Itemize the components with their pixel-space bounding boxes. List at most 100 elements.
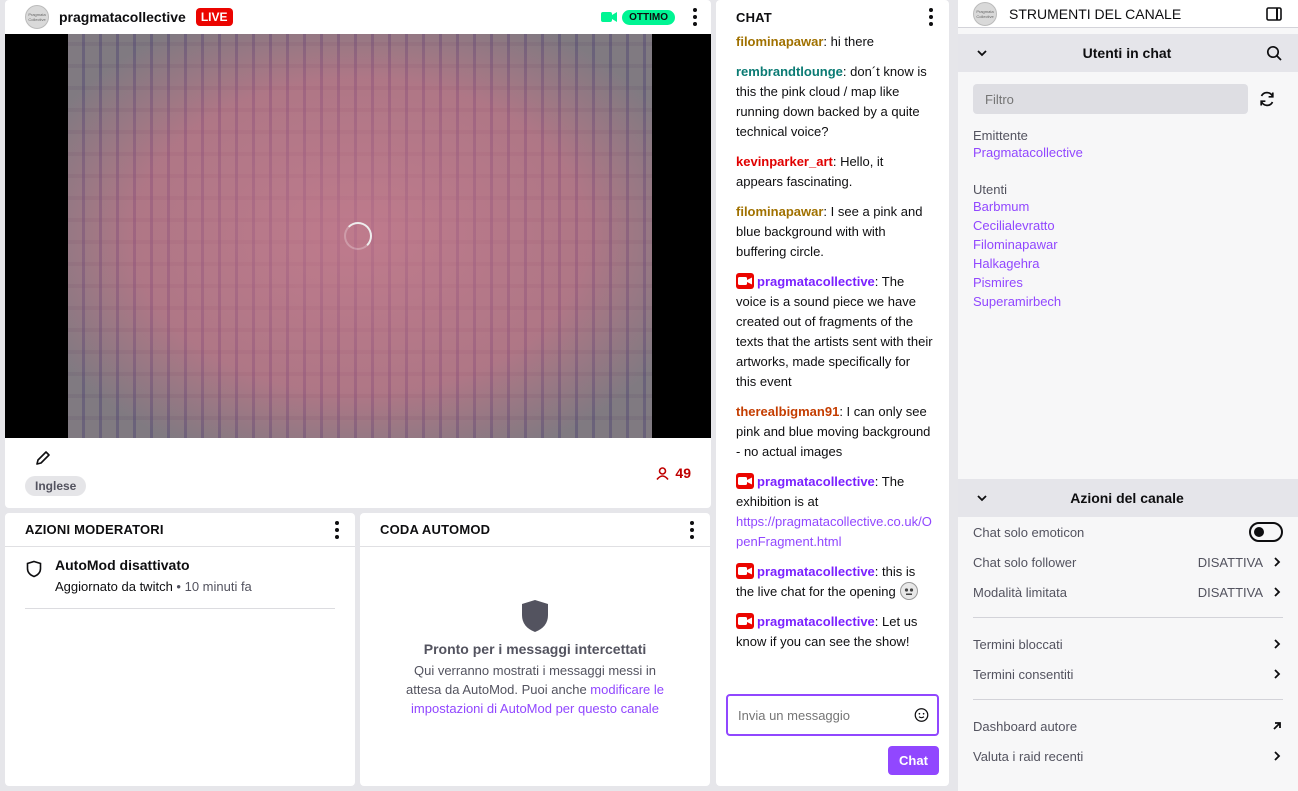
channel-avatar[interactable]: Pragmata Collective: [25, 5, 49, 29]
edit-pencil-icon[interactable]: [35, 450, 51, 466]
chat-more-icon[interactable]: [925, 8, 937, 26]
chat-username[interactable]: filominapawar: [736, 34, 823, 49]
live-badge: LIVE: [195, 8, 233, 26]
automod-header: CODA AUTOMOD: [360, 513, 710, 547]
automod-title: CODA AUTOMOD: [380, 522, 491, 537]
chevron-right-icon[interactable]: [1271, 638, 1283, 650]
chevron-right-icon[interactable]: [1271, 668, 1283, 680]
collapse-panel-icon[interactable]: [1266, 6, 1282, 21]
allowed-terms-row[interactable]: Termini consentiti: [958, 659, 1298, 689]
emote-only-toggle[interactable]: [1249, 522, 1283, 542]
actions-section-bar[interactable]: Azioni del canale: [958, 479, 1298, 517]
divider: [973, 617, 1283, 618]
slow-mode-value: DISATTIVA: [1197, 584, 1263, 600]
slow-mode-label: Modalità limitata: [973, 584, 1067, 600]
chat-message-text: : hi there: [823, 34, 875, 49]
chat-input[interactable]: [738, 707, 914, 723]
chat-message: filominapawar: hi there: [736, 34, 933, 52]
channel-name[interactable]: pragmatacollective: [59, 9, 186, 25]
creator-dashboard-row[interactable]: Dashboard autore: [958, 711, 1298, 741]
channel-actions-list: Chat solo emoticon Chat solo follower DI…: [958, 517, 1298, 771]
divider: [973, 699, 1283, 700]
chat-username[interactable]: pragmatacollective: [757, 564, 875, 579]
chat-message: kevinparker_art: Hello, it appears fasci…: [736, 152, 933, 192]
chat-input-box[interactable]: [726, 694, 939, 736]
shield-icon: [26, 560, 42, 578]
emote-only-row[interactable]: Chat solo emoticon: [958, 517, 1298, 547]
mod-action-time: • 10 minuti fa: [176, 579, 252, 594]
broadcaster-badge-icon[interactable]: [736, 563, 754, 579]
rate-raids-label: Valuta i raid recenti: [973, 748, 1084, 764]
allowed-terms-label: Termini consentiti: [973, 666, 1074, 682]
chat-user-link[interactable]: Pismires: [973, 273, 1283, 292]
camera-icon: [601, 12, 618, 22]
broadcaster-link[interactable]: Pragmatacollective: [973, 143, 1283, 162]
chat-user-link[interactable]: Barbmum: [973, 197, 1283, 216]
moderator-actions-panel: AZIONI MODERATORI AutoMod disattivato Ag…: [5, 513, 355, 786]
moderator-more-icon[interactable]: [331, 520, 343, 539]
video-player[interactable]: [5, 34, 711, 438]
channel-tools-header: Pragmata Collective STRUMENTI DEL CANALE: [958, 0, 1298, 28]
broadcaster-badge-icon[interactable]: [736, 613, 754, 629]
automod-description: Qui verranno mostrati i messaggi messi i…: [380, 661, 690, 718]
chat-username[interactable]: rembrandtlounge: [736, 64, 843, 79]
slow-mode-row[interactable]: Modalità limitata DISATTIVA: [958, 577, 1298, 607]
stream-quality-badge[interactable]: OTTIMO: [622, 9, 675, 25]
chat-message: therealbigman91: I can only see pink and…: [736, 402, 933, 462]
chat-username[interactable]: filominapawar: [736, 204, 823, 219]
chevron-right-icon[interactable]: [1271, 556, 1283, 568]
blocked-terms-row[interactable]: Termini bloccati: [958, 629, 1298, 659]
chat-message-link[interactable]: https://pragmatacollective.co.uk/OpenFra…: [736, 514, 932, 549]
follower-only-row[interactable]: Chat solo follower DISATTIVA: [958, 547, 1298, 577]
user-filter-input[interactable]: [973, 84, 1248, 114]
channel-tools-avatar: Pragmata Collective: [973, 1, 997, 26]
search-icon[interactable]: [1266, 45, 1282, 61]
automod-queue-panel: CODA AUTOMOD Pronto per i messaggi inter…: [360, 513, 710, 786]
chat-message: pragmatacollective: Let us know if you c…: [736, 612, 933, 652]
buffering-spinner-icon: [344, 222, 372, 250]
chat-username[interactable]: pragmatacollective: [757, 614, 875, 629]
chat-message: filominapawar: I see a pink and blue bac…: [736, 202, 933, 262]
chat-username[interactable]: kevinparker_art: [736, 154, 833, 169]
language-tag[interactable]: Inglese: [25, 476, 87, 496]
stream-more-icon[interactable]: [689, 8, 701, 26]
chat-message: pragmatacollective: this is the live cha…: [736, 562, 933, 602]
follower-only-label: Chat solo follower: [973, 554, 1077, 570]
robot-emote-icon: [899, 582, 918, 600]
broadcaster-label: Emittente: [973, 128, 1028, 143]
chevron-down-icon[interactable]: [976, 492, 988, 504]
channel-tools-panel: Pragmata Collective STRUMENTI DEL CANALE…: [958, 0, 1298, 791]
chat-message: pragmatacollective: The exhibition is at…: [736, 472, 933, 552]
chevron-right-icon[interactable]: [1271, 586, 1283, 598]
automod-empty-state: Pronto per i messaggi intercettati Qui v…: [380, 599, 690, 718]
stream-info: Inglese 49: [5, 438, 711, 508]
broadcaster-badge-icon[interactable]: [736, 473, 754, 489]
stream-panel: Pragmata Collective pragmatacollective L…: [5, 0, 711, 508]
chat-username[interactable]: pragmatacollective: [757, 274, 875, 289]
automod-more-icon[interactable]: [686, 520, 698, 539]
broadcaster-badge-icon[interactable]: [736, 273, 754, 289]
users-section-bar[interactable]: Utenti in chat: [958, 34, 1298, 72]
emoji-picker-icon[interactable]: [914, 706, 929, 724]
chat-user-link[interactable]: Superamirbech: [973, 292, 1283, 311]
rate-raids-row[interactable]: Valuta i raid recenti: [958, 741, 1298, 771]
moderator-actions-header: AZIONI MODERATORI: [5, 513, 355, 547]
chat-user-link[interactable]: Cecilialevratto: [973, 216, 1283, 235]
chevron-down-icon[interactable]: [976, 47, 988, 59]
chevron-right-icon[interactable]: [1271, 750, 1283, 762]
chat-username[interactable]: therealbigman91: [736, 404, 839, 419]
chat-message-list[interactable]: filominapawar: hi there rembrandtlounge : …: [716, 34, 949, 684]
viewer-person-icon: [656, 466, 670, 480]
blocked-terms-label: Termini bloccati: [973, 636, 1063, 652]
refresh-icon[interactable]: [1258, 90, 1276, 108]
external-link-icon[interactable]: [1271, 720, 1283, 732]
chat-send-button[interactable]: Chat: [888, 746, 939, 775]
chat-user-link[interactable]: Filominapawar: [973, 235, 1283, 254]
users-links: Barbmum Cecilialevratto Filominapawar Halka…: [973, 197, 1283, 311]
emote-only-label: Chat solo emoticon: [973, 524, 1085, 540]
mod-action-title: AutoMod disattivato: [55, 557, 190, 573]
chat-username[interactable]: pragmatacollective: [757, 474, 875, 489]
actions-section-title: Azioni del canale: [1070, 490, 1184, 506]
users-section-title: Utenti in chat: [1082, 45, 1172, 61]
chat-user-link[interactable]: Halkagehra: [973, 254, 1283, 273]
